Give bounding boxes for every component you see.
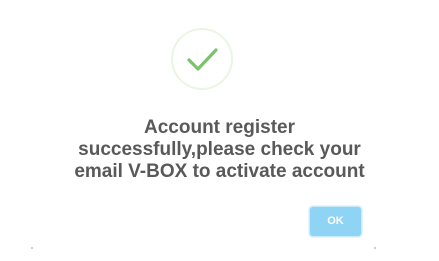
corner-dot-left — [31, 247, 33, 249]
message-line-3: email V-BOX to activate account — [74, 161, 365, 182]
success-dialog: Account register successfully,please che… — [0, 0, 439, 261]
ok-button[interactable]: OK — [309, 206, 362, 237]
success-message: Account register successfully,please che… — [30, 117, 409, 183]
corner-dot-right — [374, 247, 376, 249]
checkmark-icon — [187, 48, 218, 71]
message-line-2: successfully,please check your — [78, 139, 361, 160]
success-icon-circle — [171, 28, 233, 90]
message-line-1: Account register — [144, 117, 295, 138]
